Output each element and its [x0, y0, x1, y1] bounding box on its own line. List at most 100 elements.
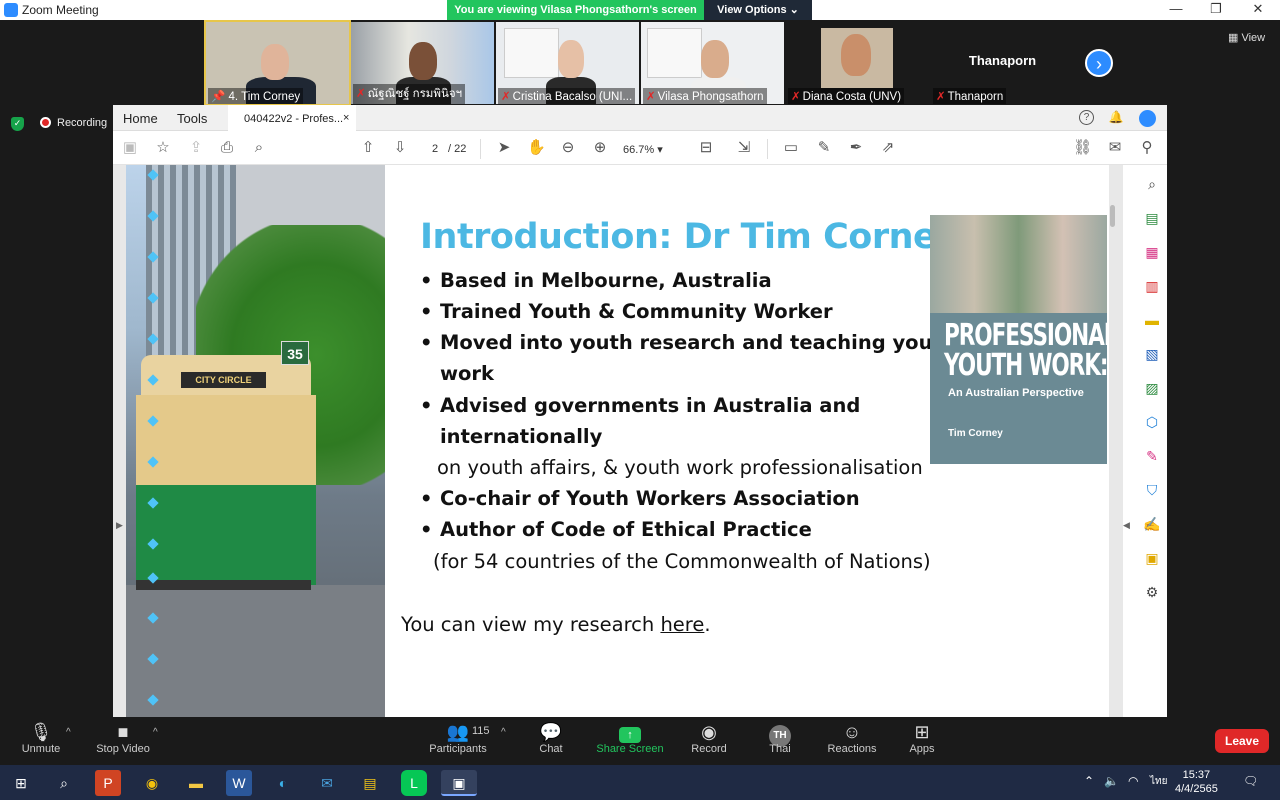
video-tile[interactable]: Thanaporn ✗ Thanaporn: [931, 22, 1074, 104]
more-tools-icon[interactable]: ⚙: [1143, 583, 1161, 601]
collapse-left-arrow-icon[interactable]: ▶: [116, 520, 123, 531]
line-app-icon[interactable]: L: [401, 770, 427, 796]
link-icon[interactable]: ⛓: [1073, 139, 1092, 157]
view-options-button[interactable]: View Options ⌄: [704, 0, 812, 20]
star-icon[interactable]: ☆: [154, 139, 172, 157]
close-window-icon[interactable]: ✕: [1243, 1, 1273, 17]
help-icon[interactable]: ?: [1079, 110, 1094, 125]
create-pdf-icon[interactable]: ▤: [1143, 209, 1161, 227]
select-cursor-icon[interactable]: ➤: [495, 139, 513, 157]
volume-icon[interactable]: 🔈: [1104, 774, 1119, 788]
participants-caret-icon[interactable]: ^: [501, 727, 506, 738]
export-pdf-icon[interactable]: ▥: [1143, 277, 1161, 295]
request-signature-icon[interactable]: ✍: [1143, 515, 1161, 533]
language-button[interactable]: TH Thai: [764, 721, 796, 755]
system-clock[interactable]: 15:37 4/4/2565: [1175, 768, 1218, 796]
share-arrow-icon[interactable]: ⇗: [879, 139, 897, 157]
page-fit-icon[interactable]: ⊟: [697, 139, 715, 157]
organize-pages-icon[interactable]: ▦: [1143, 243, 1161, 261]
compress-icon[interactable]: ⬡: [1143, 413, 1161, 431]
email-icon[interactable]: ✉: [1106, 139, 1124, 157]
comment-tool-icon[interactable]: ▬: [1143, 311, 1161, 329]
restore-icon[interactable]: ❐: [1201, 1, 1231, 17]
protect-icon[interactable]: ⛉: [1143, 481, 1161, 499]
tram-photo: CITY CIRCLE 35: [126, 165, 385, 717]
print-icon[interactable]: ⎙: [218, 139, 236, 157]
edit-pdf-icon[interactable]: ▧: [1143, 345, 1161, 363]
apps-icon: ⊞: [914, 722, 930, 742]
page-up-icon[interactable]: ⇧: [359, 139, 377, 157]
participant-name-label: ✗ ณัฐณิชฐ์ กรมพินิจฯ: [353, 84, 466, 104]
unmute-button[interactable]: 🎙 Unmute: [18, 721, 64, 755]
security-shield-icon[interactable]: ✓: [11, 117, 24, 131]
video-tile[interactable]: ✗ Cristina Bacalso (UNI...: [496, 22, 639, 104]
zoom-search-icon[interactable]: ⌕: [1143, 175, 1161, 193]
recording-icon: [40, 117, 51, 128]
hand-tool-icon[interactable]: ✋: [527, 139, 546, 157]
combine-files-icon[interactable]: ▨: [1143, 379, 1161, 397]
scrollbar-thumb[interactable]: [1110, 205, 1115, 227]
tab-tools[interactable]: Tools: [177, 111, 207, 126]
powerpoint-icon[interactable]: P: [95, 770, 121, 796]
sign-icon[interactable]: ✒: [847, 139, 865, 157]
page-down-icon[interactable]: ⇩: [391, 139, 409, 157]
video-gallery-strip: 📌 4. Tim Corney ✗ ณัฐณิชฐ์ กรมพินิจฯ ✗ Cri…: [0, 20, 1280, 106]
minimize-icon[interactable]: —: [1161, 1, 1191, 16]
share-screen-button[interactable]: ↑ Share Screen: [596, 721, 664, 755]
video-tile[interactable]: ✗ Diana Costa (UNV): [786, 22, 929, 104]
collapse-right-arrow-icon[interactable]: ◀: [1123, 520, 1130, 531]
language-indicator[interactable]: ไทย: [1150, 774, 1167, 789]
record-button[interactable]: ◉ Record: [688, 721, 730, 755]
reactions-button[interactable]: ☺ Reactions: [826, 721, 878, 755]
recording-label[interactable]: Recording: [57, 117, 107, 129]
upload-icon[interactable]: ⇪: [187, 139, 205, 157]
account-avatar[interactable]: [1139, 110, 1156, 127]
add-user-icon[interactable]: ⚲: [1138, 139, 1156, 157]
save-icon[interactable]: ▣: [121, 139, 139, 157]
apps-button[interactable]: ⊞ Apps: [906, 721, 938, 755]
wifi-icon[interactable]: ◠: [1128, 774, 1138, 788]
windows-start-icon[interactable]: ⊞: [8, 770, 34, 796]
zoom-level-select[interactable]: 66.7% ▾: [623, 143, 663, 156]
video-tile[interactable]: ✗ ณัฐณิชฐ์ กรมพินิจฯ: [351, 22, 494, 104]
leave-button[interactable]: Leave: [1215, 729, 1269, 753]
fill-sign-icon[interactable]: ✎: [1143, 447, 1161, 465]
book-cover-photo: [930, 215, 1107, 313]
tram-windows-band: [136, 395, 316, 490]
mail-icon[interactable]: ✉: [314, 770, 340, 796]
notification-icon[interactable]: 🗨: [1243, 774, 1258, 788]
chrome-icon[interactable]: ◉: [139, 770, 165, 796]
send-for-comments-icon[interactable]: ▣: [1143, 549, 1161, 567]
video-options-caret-icon[interactable]: ^: [153, 727, 158, 738]
tray-overflow-icon[interactable]: ⌃: [1084, 774, 1094, 788]
zoom-in-icon[interactable]: ⊕: [591, 139, 609, 157]
tab-document[interactable]: 040422v2 - Profes...: [228, 105, 356, 131]
affairs-line: on youth affairs, & youth work professio…: [437, 456, 923, 479]
file-explorer-icon[interactable]: ▬: [183, 770, 209, 796]
mic-muted-icon: 🎙: [29, 722, 53, 742]
bell-icon[interactable]: 🔔: [1108, 110, 1124, 126]
close-tab-icon[interactable]: ×: [343, 112, 349, 124]
chat-button[interactable]: 💬 Chat: [532, 721, 570, 755]
view-button[interactable]: ▦ View: [1228, 31, 1265, 44]
research-link[interactable]: here: [660, 613, 704, 636]
video-tile[interactable]: ✗ Vilasa Phongsathorn: [641, 22, 784, 104]
edge-icon[interactable]: ◐: [270, 770, 296, 796]
page-number-input[interactable]: [424, 141, 446, 157]
store-icon[interactable]: ▤: [357, 770, 383, 796]
video-tile[interactable]: 📌 4. Tim Corney: [204, 20, 351, 106]
next-page-arrow-icon[interactable]: ›: [1085, 49, 1113, 77]
zoom-taskbar-icon[interactable]: ▣: [441, 770, 477, 796]
tab-home[interactable]: Home: [123, 111, 158, 126]
search-icon[interactable]: ⌕: [51, 770, 77, 796]
countries-line: (for 54 countries of the Commonwealth of…: [433, 550, 931, 573]
word-icon[interactable]: W: [226, 770, 252, 796]
highlight-pen-icon[interactable]: ✎: [815, 139, 833, 157]
book-title: PROFESSIONAL YOUTH WORK:: [944, 318, 1107, 383]
comment-icon[interactable]: ▭: [782, 139, 800, 157]
search-icon[interactable]: ⌕: [250, 139, 268, 157]
stop-video-button[interactable]: ■ Stop Video: [95, 721, 151, 755]
audio-options-caret-icon[interactable]: ^: [66, 727, 71, 738]
scroll-mode-icon[interactable]: ⇲: [735, 139, 753, 157]
zoom-out-icon[interactable]: ⊖: [559, 139, 577, 157]
